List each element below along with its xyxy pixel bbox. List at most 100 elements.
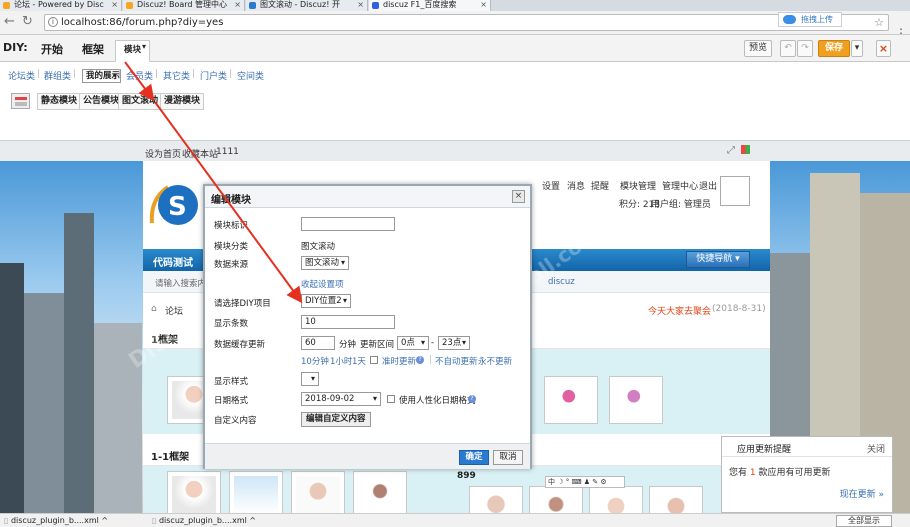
bookmark-link[interactable]: 收藏本站 bbox=[182, 147, 218, 160]
url-field[interactable]: i localhost:86/forum.php?diy=yes ☆ bbox=[44, 14, 889, 31]
notice-close-button[interactable]: 关闭 bbox=[867, 442, 885, 455]
home-icon[interactable]: ⌂ bbox=[151, 304, 157, 314]
no-auto-update-link[interactable]: 不自动更新 bbox=[435, 355, 478, 367]
timed-update-label[interactable]: 准时更新 bbox=[382, 355, 416, 367]
never-update-link[interactable]: 永不更新 bbox=[478, 355, 512, 367]
category-other[interactable]: 其它类 bbox=[163, 69, 190, 82]
count-input[interactable]: 10 bbox=[301, 315, 395, 329]
top-link-notify[interactable]: 提醒 bbox=[591, 179, 609, 192]
browser-tab-scroll[interactable]: 图文滚动 - Discuz! 开 × bbox=[246, 0, 368, 11]
quick-10min-link[interactable]: 10分钟 bbox=[301, 355, 329, 367]
diy-close-button[interactable]: × bbox=[876, 40, 891, 57]
download-item[interactable]: ▯ discuz_plugin_b....xml ^ bbox=[152, 516, 256, 525]
save-button[interactable]: 保存 bbox=[818, 40, 850, 57]
module-image-scroll[interactable]: 图文滚动 bbox=[118, 93, 163, 110]
tab-close-icon[interactable]: × bbox=[480, 0, 487, 10]
thumb-image[interactable] bbox=[291, 471, 345, 513]
thumb-image[interactable] bbox=[649, 486, 703, 513]
style-select[interactable] bbox=[301, 372, 319, 386]
reload-icon[interactable]: ↻ bbox=[22, 14, 33, 30]
top-link-admin[interactable]: 管理中心 bbox=[662, 179, 698, 192]
bookmark-star-icon[interactable]: ☆ bbox=[874, 15, 884, 30]
category-my-display[interactable]: 我的展示 bbox=[82, 69, 122, 83]
diy-tab-frame[interactable]: 框架 bbox=[82, 41, 104, 57]
range-start-select[interactable]: 0点 bbox=[397, 336, 429, 350]
fullscreen-icon[interactable]: ⤢ bbox=[727, 145, 735, 156]
module-static[interactable]: 静态模块 bbox=[37, 93, 82, 110]
file-icon: ▯ bbox=[4, 516, 9, 525]
tab-close-icon[interactable]: × bbox=[234, 0, 241, 10]
help-icon[interactable]: ? bbox=[416, 356, 424, 364]
category-value: 图文滚动 bbox=[301, 242, 336, 252]
dialog-close-button[interactable]: × bbox=[512, 190, 525, 203]
notice-header: 应用更新提醒 关闭 bbox=[722, 437, 892, 457]
user-group: 用户组: 管理员 bbox=[651, 200, 711, 210]
module-announcement[interactable]: 公告模块 bbox=[79, 93, 124, 110]
svg-text:S: S bbox=[168, 192, 187, 222]
quick-1day-link[interactable]: 1天 bbox=[352, 355, 366, 367]
top-link-settings[interactable]: 设置 bbox=[542, 179, 560, 192]
info-icon[interactable]: i bbox=[48, 17, 58, 27]
top-link-messages[interactable]: 消息 bbox=[567, 179, 585, 192]
thumb-image[interactable] bbox=[353, 471, 407, 513]
preview-button[interactable]: 预览 bbox=[744, 40, 772, 57]
top-link-module-manage[interactable]: 模块管理 bbox=[620, 179, 656, 192]
source-select[interactable]: 图文滚动 bbox=[301, 256, 349, 270]
color-scheme-icon[interactable] bbox=[741, 145, 750, 154]
category-forum[interactable]: 论坛类 bbox=[8, 69, 35, 82]
browser-tab-baidu[interactable]: discuz F1_百度搜索 × bbox=[369, 0, 491, 11]
timed-update-checkbox[interactable] bbox=[370, 356, 378, 364]
quick-1hour-link[interactable]: 1小时 bbox=[330, 355, 352, 367]
redo-button[interactable]: ↷ bbox=[797, 40, 813, 57]
category-space[interactable]: 空间类 bbox=[237, 69, 264, 82]
save-dropdown-icon[interactable]: ▾ bbox=[851, 40, 863, 57]
edit-custom-content-button[interactable]: 编辑自定义内容 bbox=[301, 412, 371, 427]
diy-item-label: 请选择DIY项目 bbox=[214, 299, 271, 309]
thumb-image[interactable] bbox=[167, 471, 221, 513]
download-item[interactable]: ▯ discuz_plugin_b....xml ^ bbox=[4, 516, 108, 525]
announcement-text[interactable]: 今天大家去聚会 bbox=[648, 304, 711, 317]
undo-button[interactable]: ↶ bbox=[780, 40, 796, 57]
quick-nav-button[interactable]: 快捷导航 ▾ bbox=[686, 251, 750, 268]
thumb-image[interactable] bbox=[609, 376, 663, 424]
block-title-input[interactable] bbox=[301, 217, 395, 231]
thumb-image[interactable] bbox=[469, 486, 523, 513]
module-roaming[interactable]: 漫游模块 bbox=[160, 93, 205, 110]
range-end-select[interactable]: 23点 bbox=[438, 336, 470, 350]
nav-title[interactable]: 代码测试 bbox=[153, 254, 193, 269]
date-format-select[interactable]: 2018-09-02 bbox=[301, 392, 381, 406]
avatar[interactable] bbox=[720, 176, 750, 206]
diy-tab-module[interactable]: 模块 bbox=[115, 40, 151, 62]
humanize-date-checkbox[interactable] bbox=[387, 395, 395, 403]
tab-close-icon[interactable]: × bbox=[357, 0, 364, 10]
thumb-image[interactable] bbox=[589, 486, 643, 513]
browser-tab-admin[interactable]: Discuz! Board 管理中心 × bbox=[123, 0, 245, 11]
category-member[interactable]: 会员类 bbox=[126, 69, 153, 82]
diy-panel: DIY: 开始 框架 模块 预览 ↶ ↷ 保存 ▾ × 论坛类 | 群组类 | … bbox=[0, 35, 910, 141]
show-all-downloads-button[interactable]: 全部显示 bbox=[836, 515, 892, 527]
help-icon[interactable]: ? bbox=[468, 395, 476, 403]
update-now-link[interactable]: 现在更新 » bbox=[840, 487, 884, 500]
back-arrow-icon[interactable]: ← bbox=[4, 14, 15, 30]
diy-tab-start[interactable]: 开始 bbox=[41, 41, 63, 57]
hot-search-link[interactable]: discuz bbox=[548, 277, 575, 287]
download-name: discuz_plugin_b....xml bbox=[158, 516, 247, 525]
collapse-settings-link[interactable]: 收起设置项 bbox=[301, 278, 344, 290]
top-link-logout[interactable]: 退出 bbox=[699, 179, 717, 192]
thumb-image[interactable] bbox=[229, 471, 283, 513]
ime-toolbar[interactable]: 中 ☽ ° ⌨ ♟ ✎ ⚙ bbox=[545, 476, 625, 488]
ok-button[interactable]: 确定 bbox=[459, 450, 489, 465]
category-group[interactable]: 群组类 bbox=[44, 69, 71, 82]
tab-close-icon[interactable]: × bbox=[111, 0, 118, 10]
discuz-favicon-icon bbox=[126, 2, 133, 9]
diy-item-select[interactable]: DIY位置2 bbox=[301, 294, 351, 308]
thumb-image[interactable] bbox=[529, 486, 583, 513]
set-home-link[interactable]: 设为首页 bbox=[145, 147, 181, 160]
dialog-title-bar[interactable]: 编辑模块 × bbox=[205, 186, 530, 208]
browser-tab-forum[interactable]: 论坛 - Powered by Disc × bbox=[0, 0, 122, 11]
cloud-upload-button[interactable]: 拖拽上传 bbox=[778, 12, 842, 27]
thumb-image[interactable] bbox=[544, 376, 598, 424]
cache-input[interactable]: 60 bbox=[301, 336, 335, 350]
category-portal[interactable]: 门户类 bbox=[200, 69, 227, 82]
cancel-button[interactable]: 取消 bbox=[493, 450, 523, 465]
